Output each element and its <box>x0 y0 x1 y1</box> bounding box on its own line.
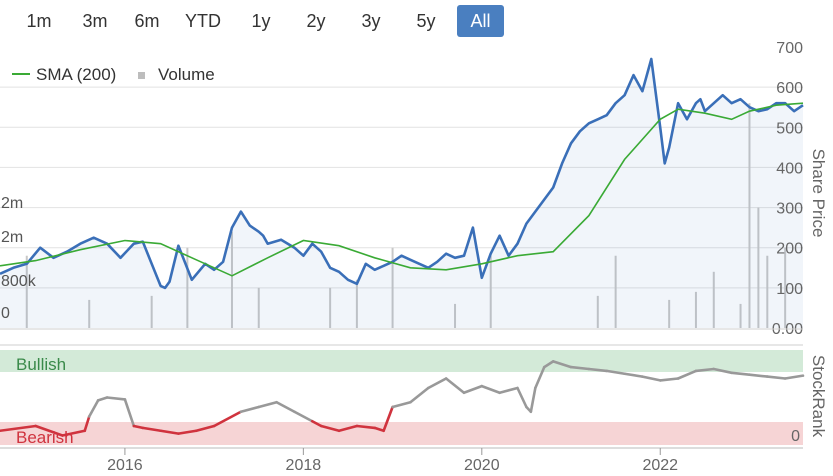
volume-legend-swatch <box>138 72 145 79</box>
stockrank-panel: Bullish Bearish <box>0 350 805 447</box>
stockrank-segment <box>105 396 127 401</box>
stockrank-segment <box>783 374 805 380</box>
price-panel <box>0 57 804 328</box>
stockrank-segment <box>641 375 662 382</box>
stockrank-segment <box>516 386 528 409</box>
price-y-tick-label: 300 <box>776 201 803 218</box>
rank-y-tick-label: 0 <box>791 428 800 445</box>
stockrank-segment <box>293 410 314 423</box>
x-axis-tick-label: 2022 <box>642 457 678 474</box>
bearish-band <box>0 422 803 445</box>
bullish-band <box>0 350 803 372</box>
volume-y-tick-label: 800k <box>1 273 37 290</box>
stockrank-segment <box>409 386 430 404</box>
stockrank-segment <box>426 377 448 390</box>
stockrank-segment <box>658 377 680 382</box>
bullish-band-label: Bullish <box>16 355 66 374</box>
sma-legend-label[interactable]: SMA (200) <box>36 65 116 84</box>
x-axis-tick-label: 2016 <box>107 457 143 474</box>
price-y-tick-label: 600 <box>776 80 803 97</box>
price-y-tick-label: 200 <box>776 241 803 258</box>
bearish-band-label: Bearish <box>16 428 74 447</box>
stockrank-segment <box>239 405 261 414</box>
price-axis-title: Share Price <box>809 149 828 238</box>
stockrank-segment <box>462 384 484 395</box>
stockrank-segment <box>96 396 109 402</box>
stockrank-segment <box>529 386 537 414</box>
stockrank-segment <box>676 369 698 380</box>
price-y-tick-label: 400 <box>776 160 803 177</box>
price-y-tick-label: 500 <box>776 120 803 137</box>
x-axis-tick-label: 2020 <box>464 457 500 474</box>
stock-chart: BullishBearish 0.00100200300400500600700… <box>0 40 828 474</box>
volume-y-tick-label: 0 <box>1 305 10 322</box>
stockrank-segment <box>87 399 100 418</box>
volume-y-tick-label: 2m <box>1 229 23 246</box>
x-axis-tick-label: 2018 <box>286 457 322 474</box>
volume-y-tick-label: 2m <box>1 195 23 212</box>
stockrank-segment <box>391 400 412 409</box>
stockrank-segment <box>766 375 787 380</box>
legend: SMA (200) Volume <box>12 65 215 84</box>
price-y-tick-label: 100 <box>776 281 803 298</box>
volume-legend-label[interactable]: Volume <box>158 65 215 84</box>
stockrank-segment <box>730 371 751 377</box>
stockrank-segment <box>480 384 501 395</box>
price-y-tick-label: 700 <box>776 40 803 57</box>
stockrank-segment <box>623 372 644 378</box>
stockrank-segment <box>748 373 769 378</box>
stockrank-segment <box>275 400 296 414</box>
stockrank-segment <box>444 377 466 395</box>
stockrank-segment <box>498 386 519 395</box>
stockrank-segment <box>257 400 278 409</box>
chart-stage: 1m 3m 6m YTD 1y 2y 3y 5y All Bullish Bearish 0.00… <box>0 0 833 476</box>
rank-axis-title: StockRank <box>809 355 828 438</box>
